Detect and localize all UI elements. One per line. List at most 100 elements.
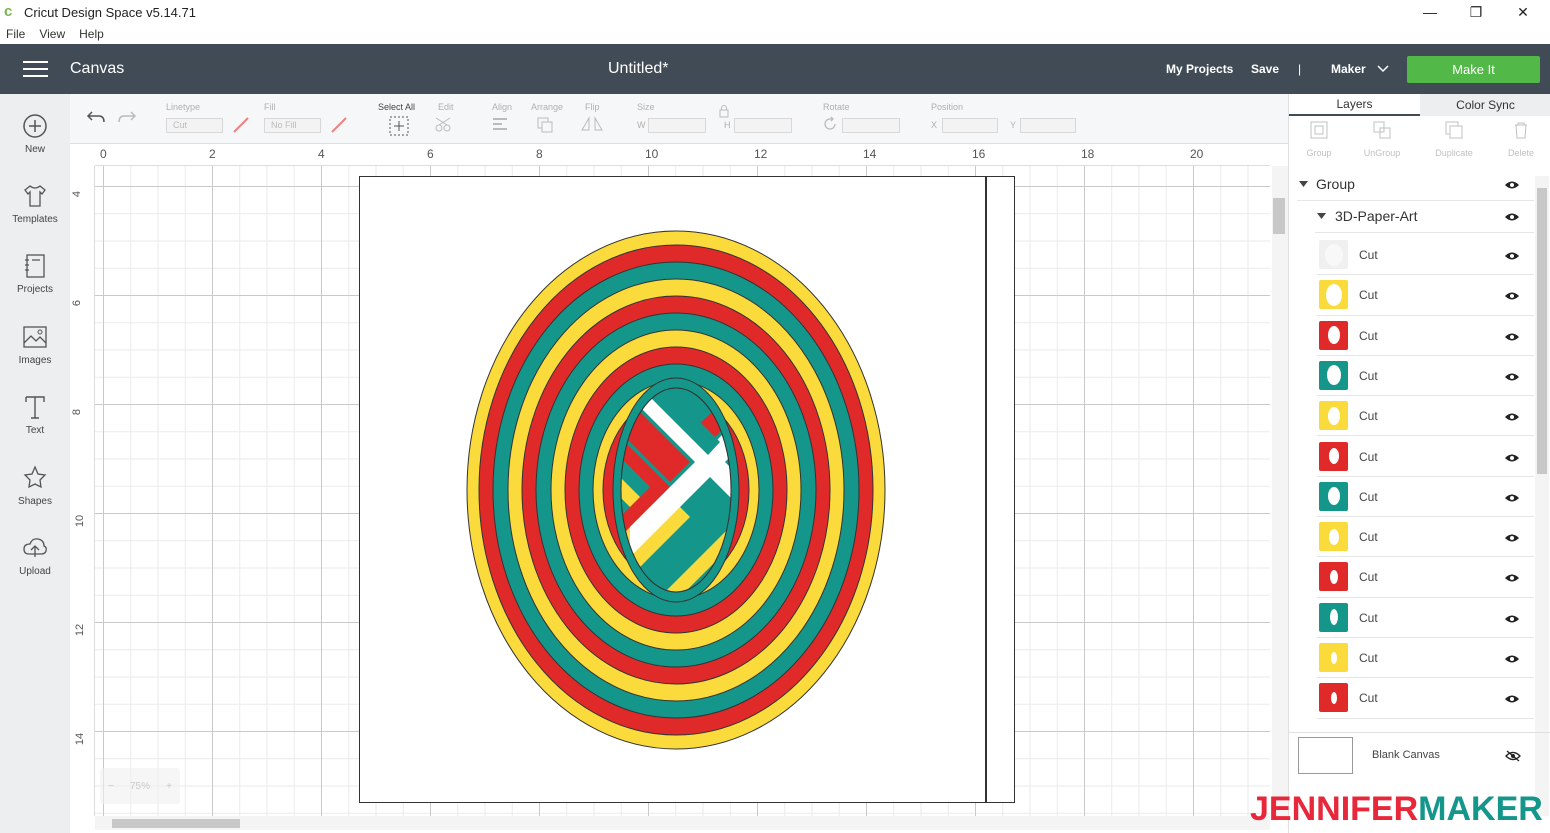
subgroup-label: 3D-Paper-Art <box>1335 208 1418 224</box>
eye-icon[interactable] <box>1505 453 1519 463</box>
rotate-input[interactable] <box>842 118 900 133</box>
y-input[interactable] <box>1020 118 1076 133</box>
group-button[interactable]: Group <box>1289 120 1349 158</box>
shapes-icon <box>23 465 47 489</box>
eye-icon[interactable] <box>1505 694 1519 704</box>
eye-icon[interactable] <box>1505 372 1519 382</box>
height-input[interactable] <box>734 118 792 133</box>
layer-row[interactable]: Cut <box>1317 437 1534 477</box>
blank-canvas-row[interactable]: Blank Canvas <box>1289 732 1550 778</box>
layer-subgroup-row[interactable]: 3D-Paper-Art <box>1315 201 1534 233</box>
vertical-scrollbar[interactable] <box>1272 166 1288 816</box>
zoom-in-button[interactable]: + <box>166 781 172 792</box>
layer-row[interactable]: Cut <box>1317 356 1534 397</box>
sidebar-item-projects[interactable]: Projects <box>0 252 70 295</box>
machine-label: Maker <box>1331 62 1366 76</box>
eye-icon[interactable] <box>1505 412 1519 422</box>
align-icon[interactable] <box>491 116 517 132</box>
machine-select[interactable]: Maker <box>1331 62 1389 76</box>
blank-canvas-swatch[interactable] <box>1298 737 1353 774</box>
select-all-icon[interactable] <box>389 116 409 136</box>
layer-row[interactable]: Cut <box>1317 598 1534 638</box>
width-input[interactable] <box>648 118 706 133</box>
redo-icon[interactable] <box>117 108 137 126</box>
image-icon <box>23 326 47 348</box>
close-button[interactable]: ✕ <box>1500 0 1546 24</box>
duplicate-button[interactable]: Duplicate <box>1424 120 1484 158</box>
layers-scrollbar[interactable] <box>1535 176 1549 816</box>
layer-group-row[interactable]: Group <box>1297 169 1534 201</box>
layer-row[interactable]: Cut <box>1317 638 1534 679</box>
layer-row[interactable]: Cut <box>1317 275 1534 316</box>
minimize-button[interactable]: — <box>1407 0 1453 24</box>
sidebar-item-new[interactable]: New <box>0 112 70 155</box>
edit-scissors-icon[interactable] <box>434 116 460 134</box>
ruler-tick: 16 <box>972 147 986 161</box>
eye-icon[interactable] <box>1505 332 1519 342</box>
menu-help[interactable]: Help <box>79 27 104 41</box>
sidebar-item-images[interactable]: Images <box>0 323 70 366</box>
linetype-color-icon[interactable] <box>232 116 250 134</box>
fill-select[interactable]: No Fill <box>264 118 321 133</box>
sidebar-item-text[interactable]: Text <box>0 393 70 436</box>
arrange-icon[interactable] <box>536 116 562 134</box>
flip-icon[interactable] <box>580 116 606 134</box>
zoom-out-button[interactable]: − <box>108 781 114 792</box>
eye-icon[interactable] <box>1505 654 1519 664</box>
eye-icon[interactable] <box>1505 493 1519 503</box>
layer-row[interactable]: Cut <box>1317 517 1534 558</box>
delete-button[interactable]: Delete <box>1491 120 1550 158</box>
design-canvas[interactable] <box>95 166 1270 816</box>
eye-icon[interactable] <box>1505 212 1519 222</box>
linetype-select[interactable]: Cut <box>166 118 223 133</box>
x-input[interactable] <box>942 118 998 133</box>
sidebar-item-shapes[interactable]: Shapes <box>0 464 70 507</box>
layer-swatch <box>1319 522 1348 552</box>
scroll-thumb[interactable] <box>1273 198 1285 234</box>
ungroup-button[interactable]: UnGroup <box>1352 120 1412 158</box>
eye-icon[interactable] <box>1505 573 1519 583</box>
layer-row[interactable]: Cut <box>1317 235 1534 276</box>
zoom-control[interactable]: − 75% + <box>100 768 180 804</box>
x-label: X <box>931 120 938 130</box>
rotate-icon[interactable] <box>822 116 838 132</box>
menu-view[interactable]: View <box>39 27 65 41</box>
menu-file[interactable]: File <box>6 27 25 41</box>
ruler-tick: 20 <box>1190 147 1204 161</box>
eye-icon[interactable] <box>1505 251 1519 261</box>
make-it-button[interactable]: Make It <box>1407 56 1540 83</box>
paper-art-design[interactable] <box>360 177 1016 804</box>
my-projects-button[interactable]: My Projects <box>1166 62 1233 76</box>
layer-row[interactable]: Cut <box>1317 316 1534 356</box>
undo-icon[interactable] <box>86 108 106 126</box>
sidebar-item-upload[interactable]: Upload <box>0 534 70 577</box>
horizontal-scrollbar[interactable] <box>95 816 1270 830</box>
fill-color-icon[interactable] <box>330 116 348 134</box>
scroll-thumb[interactable] <box>1537 188 1547 474</box>
eye-icon[interactable] <box>1505 533 1519 543</box>
caret-down-icon[interactable] <box>1317 213 1326 219</box>
restore-button[interactable]: ❐ <box>1453 0 1499 24</box>
select-all-label: Select All <box>378 102 416 112</box>
lock-icon[interactable] <box>718 104 730 118</box>
hamburger-menu-icon[interactable] <box>23 61 48 77</box>
sidebar-label: Projects <box>16 284 54 295</box>
eye-hidden-icon[interactable] <box>1505 750 1521 762</box>
eye-icon[interactable] <box>1505 614 1519 624</box>
eye-icon[interactable] <box>1505 180 1519 190</box>
scroll-thumb[interactable] <box>112 819 240 828</box>
arrange-label: Arrange <box>531 102 564 112</box>
layer-row[interactable]: Cut <box>1317 678 1534 719</box>
caret-down-icon[interactable] <box>1299 181 1308 187</box>
tab-color-sync[interactable]: Color Sync <box>1420 94 1550 116</box>
layer-row[interactable]: Cut <box>1317 477 1534 518</box>
save-button[interactable]: Save <box>1251 62 1279 76</box>
blank-canvas-artboard[interactable] <box>359 176 1015 803</box>
layer-row[interactable]: Cut <box>1317 396 1534 437</box>
ruler-tick: 2 <box>209 147 216 161</box>
layer-swatch <box>1319 481 1348 511</box>
eye-icon[interactable] <box>1505 291 1519 301</box>
sidebar-item-templates[interactable]: Templates <box>0 182 70 225</box>
tab-layers[interactable]: Layers <box>1289 94 1420 116</box>
layer-row[interactable]: Cut <box>1317 557 1534 598</box>
